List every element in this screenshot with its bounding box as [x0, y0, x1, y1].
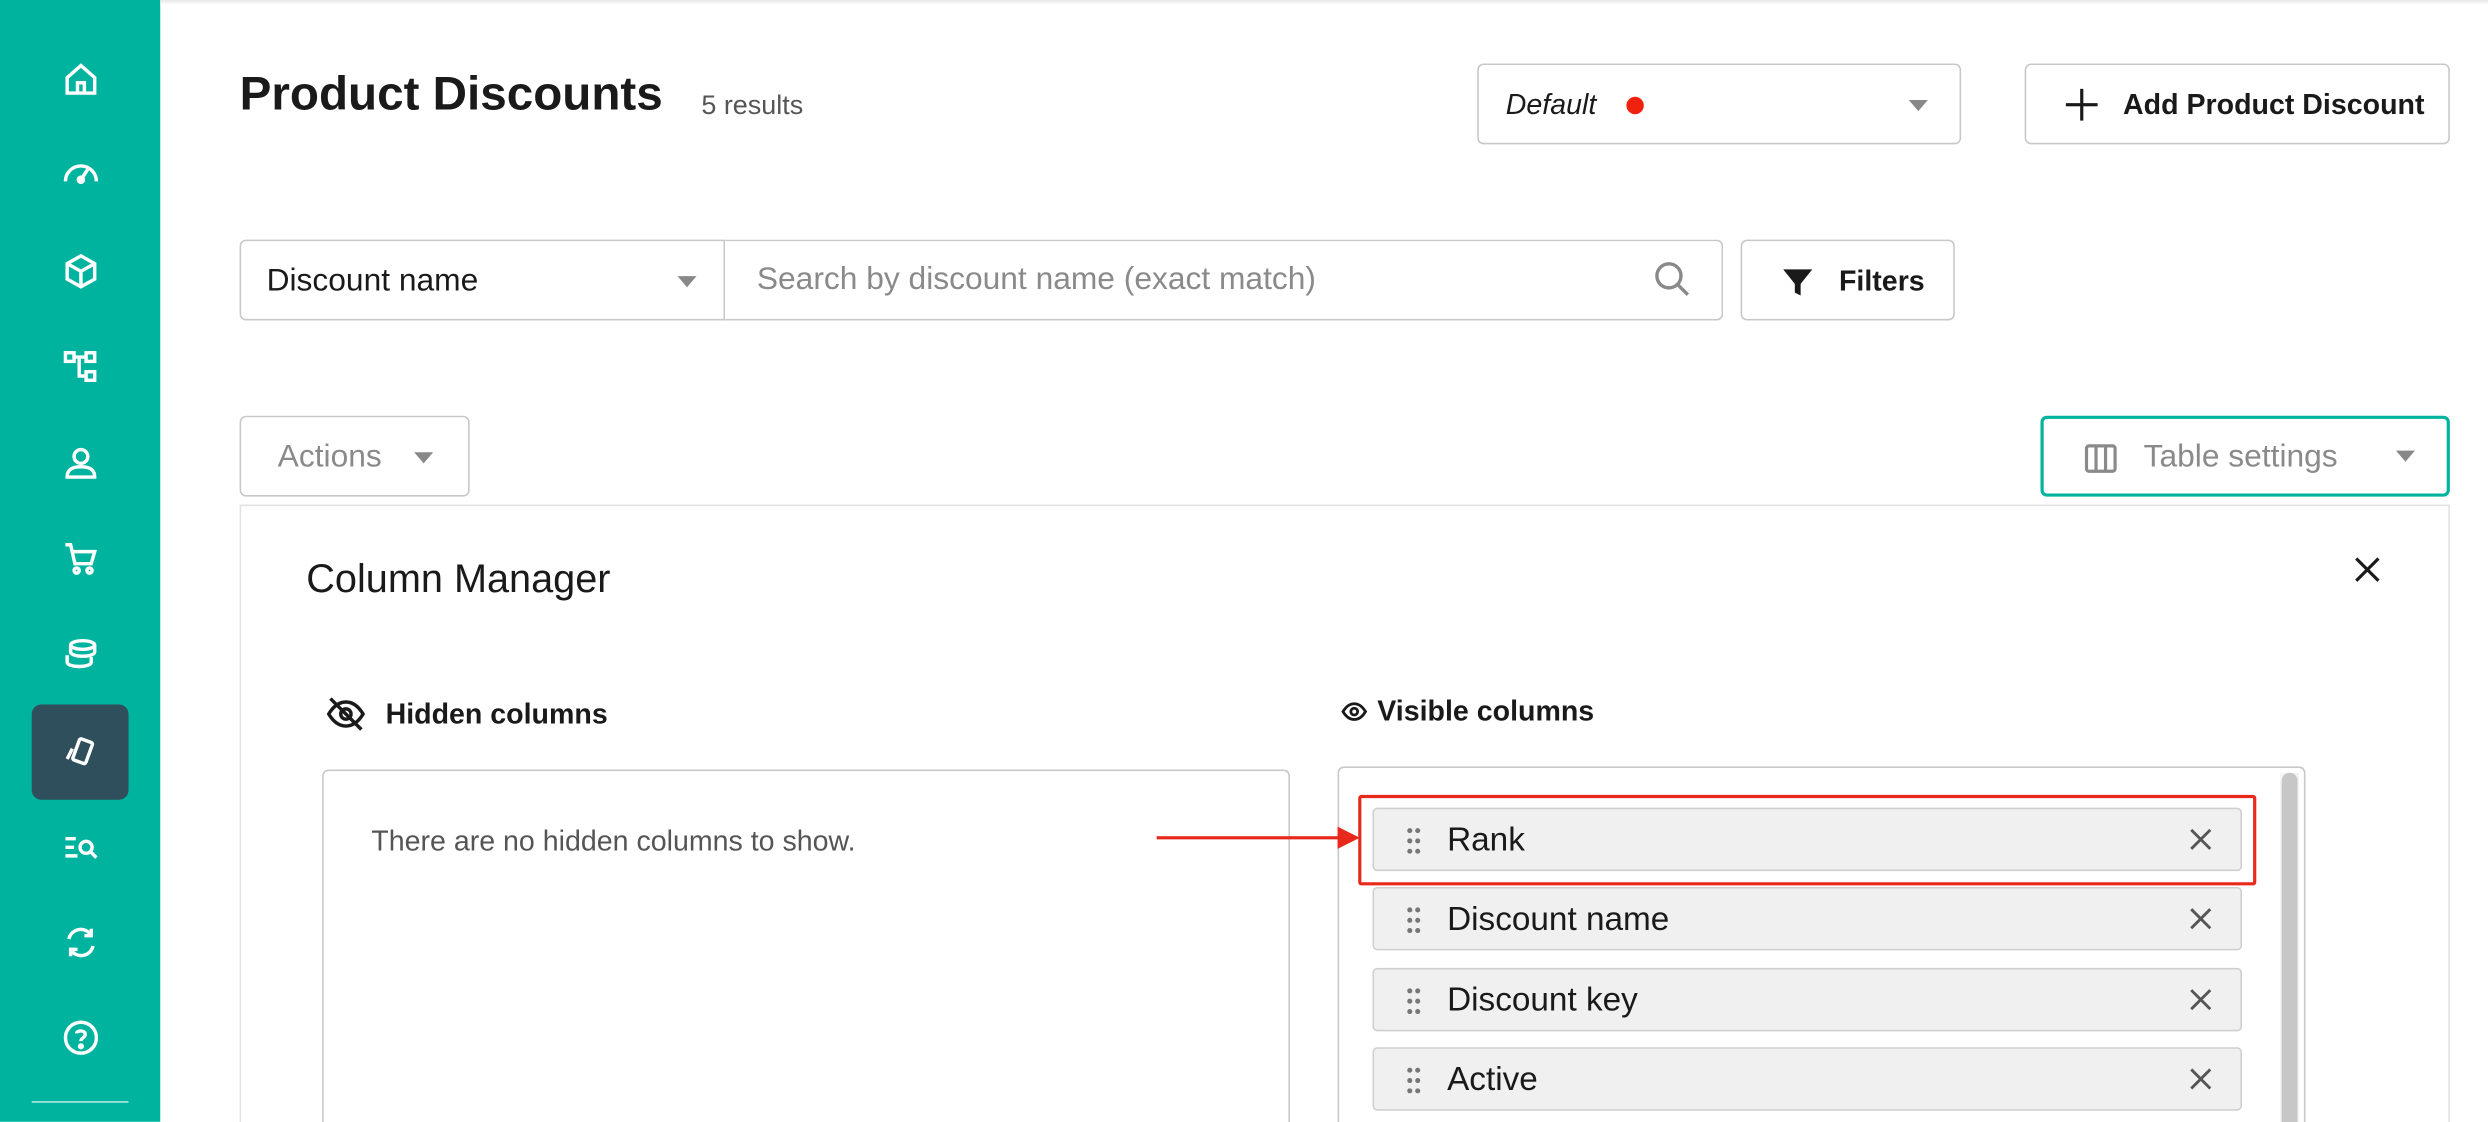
table-settings-label: Table settings: [2143, 439, 2338, 475]
project-selector[interactable]: Default: [1477, 63, 1962, 145]
product-box-icon: [64, 253, 96, 289]
chevron-down-icon: [414, 452, 434, 464]
filter-funnel-icon: [1783, 269, 1813, 296]
annotation-arrow-line: [1156, 836, 1341, 840]
remove-column-icon[interactable]: [2186, 904, 2215, 933]
top-shadow: [160, 0, 2488, 5]
drag-handle-icon[interactable]: [1406, 906, 1422, 935]
close-icon[interactable]: [2348, 551, 2386, 589]
drag-handle-icon[interactable]: [1406, 1066, 1422, 1095]
search-input[interactable]: [725, 239, 1724, 321]
add-product-discount-button[interactable]: Add Product Discount: [2024, 63, 2450, 145]
sidebar-item-products[interactable]: [32, 224, 129, 319]
drag-handle-icon[interactable]: [1406, 827, 1422, 856]
app-frame: Product Discounts 5 results Default Add …: [0, 0, 2488, 1122]
sidebar-item-categories[interactable]: [32, 319, 129, 414]
remove-column-icon[interactable]: [2186, 1065, 2215, 1094]
visible-columns-scrollbar[interactable]: [2281, 772, 2298, 1122]
search-icon[interactable]: [1652, 259, 1693, 300]
chevron-down-icon: [677, 276, 697, 288]
visible-column-item[interactable]: Rank: [1372, 807, 2243, 872]
actions-dropdown-label: Actions: [277, 439, 382, 475]
visible-column-name: Discount name: [1447, 901, 1670, 938]
plus-icon: [2063, 86, 2101, 124]
visible-column-name: Discount key: [1447, 982, 1638, 1019]
eye-off-icon: [326, 697, 366, 731]
project-status-dot: [1626, 96, 1644, 115]
cart-icon: [64, 543, 97, 575]
visible-column-item[interactable]: Discount key: [1372, 967, 2243, 1032]
customer-user-icon: [64, 447, 96, 479]
visible-columns-label: Visible columns: [1377, 694, 1595, 727]
visible-column-name: Active: [1447, 1061, 1538, 1098]
visible-column-item[interactable]: Active: [1372, 1047, 2243, 1111]
sidebar-item-prices[interactable]: [32, 608, 129, 703]
filters-button[interactable]: Filters: [1740, 239, 1955, 321]
chevron-down-icon: [2395, 450, 2415, 462]
sync-icon: [66, 927, 94, 958]
add-product-discount-label: Add Product Discount: [2123, 88, 2425, 121]
eye-icon: [1341, 702, 1368, 721]
sidebar-item-orders[interactable]: [32, 511, 129, 606]
page-title: Product Discounts: [239, 68, 663, 121]
sidebar-item-discounts[interactable]: [31, 704, 129, 800]
columns-icon: [2084, 444, 2117, 473]
filters-button-label: Filters: [1838, 264, 1925, 297]
sidebar-item-customers[interactable]: [32, 416, 129, 511]
sidebar-divider: [31, 1101, 129, 1103]
table-settings-dropdown[interactable]: Table settings: [2040, 415, 2450, 497]
search-list-icon: [64, 836, 97, 859]
hidden-columns-header: Hidden columns: [325, 693, 608, 734]
sidebar-item-help[interactable]: [32, 990, 129, 1085]
coins-icon: [64, 638, 96, 669]
help-icon: [62, 1020, 98, 1055]
search-field-select-value: Discount name: [266, 263, 479, 299]
remove-column-icon[interactable]: [2186, 985, 2215, 1014]
dashboard-gauge-icon: [62, 164, 98, 184]
sidebar-item-operations[interactable]: [32, 895, 129, 990]
column-manager-title: Column Manager: [306, 556, 611, 602]
sidebar-item-home[interactable]: [32, 32, 129, 127]
sidebar: [0, 0, 161, 1122]
remove-column-icon[interactable]: [2186, 825, 2215, 854]
drag-handle-icon[interactable]: [1406, 987, 1422, 1016]
hidden-columns-list: [322, 769, 1290, 1122]
discount-tag-icon: [64, 737, 94, 766]
hidden-columns-label: Hidden columns: [385, 697, 608, 730]
visible-column-name: Rank: [1447, 821, 1525, 859]
result-count: 5 results: [701, 90, 804, 121]
visible-column-item[interactable]: Discount name: [1372, 886, 2243, 951]
sidebar-item-dashboard[interactable]: [32, 127, 129, 222]
visible-columns-header: Visible columns: [1341, 695, 1594, 728]
hidden-columns-empty-message: There are no hidden columns to show.: [371, 825, 856, 857]
annotation-arrow-head: [1337, 826, 1360, 849]
search-field-select[interactable]: Discount name: [239, 239, 726, 321]
actions-dropdown[interactable]: Actions: [239, 415, 470, 497]
home-icon: [64, 63, 96, 95]
sidebar-item-search[interactable]: [32, 800, 129, 895]
category-tree-icon: [62, 351, 96, 382]
chevron-down-icon: [1908, 99, 1928, 112]
project-selector-value: Default: [1505, 88, 1597, 121]
